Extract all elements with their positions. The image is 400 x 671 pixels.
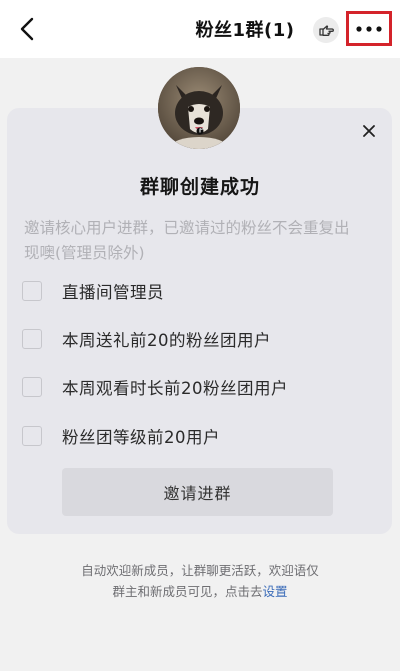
checkbox[interactable] [22,329,42,349]
option-label: 本周送礼前20的粉丝团用户 [62,331,271,350]
option-top-gifters[interactable]: 本周送礼前20的粉丝团用户 [22,326,271,352]
checkbox[interactable] [22,426,42,446]
card-title: 群聊创建成功 [139,176,260,198]
pointing-hand-icon [319,25,334,36]
option-top-fan-levels[interactable]: 粉丝团等级前20用户 [22,423,220,449]
welcome-note-line1: 自动欢迎新成员，让群聊更活跃，欢迎语仅 [81,563,319,578]
more-button[interactable] [346,11,392,46]
option-label: 本周观看时长前20粉丝团用户 [62,379,288,398]
invite-to-group-button[interactable]: 邀请进群 [62,468,333,516]
welcome-note-line2: 群主和新成员可见，点击去设置 [112,584,288,599]
checkbox[interactable] [22,281,42,301]
back-button[interactable] [12,14,42,44]
page-title: 粉丝1群(1) [195,20,295,41]
close-icon [363,125,375,137]
option-top-watchers[interactable]: 本周观看时长前20粉丝团用户 [22,374,288,400]
top-nav-bar: 粉丝1群(1) [0,0,400,58]
pointing-hand-button[interactable] [313,17,339,43]
group-avatar [158,67,240,149]
chevron-left-icon [20,17,34,41]
invite-description: 邀请核心用户进群，已邀请过的粉丝不会重复出现噢(管理员除外) [24,219,350,262]
close-button[interactable] [356,118,382,144]
more-dots-icon [356,25,382,32]
option-label: 粉丝团等级前20用户 [62,428,220,447]
option-live-admins[interactable]: 直播间管理员 [22,278,164,304]
settings-link[interactable]: 设置 [263,584,288,599]
option-label: 直播间管理员 [62,283,164,302]
welcome-note: 自动欢迎新成员，让群聊更活跃，欢迎语仅 群主和新成员可见，点击去设置 [0,560,400,602]
checkbox[interactable] [22,377,42,397]
